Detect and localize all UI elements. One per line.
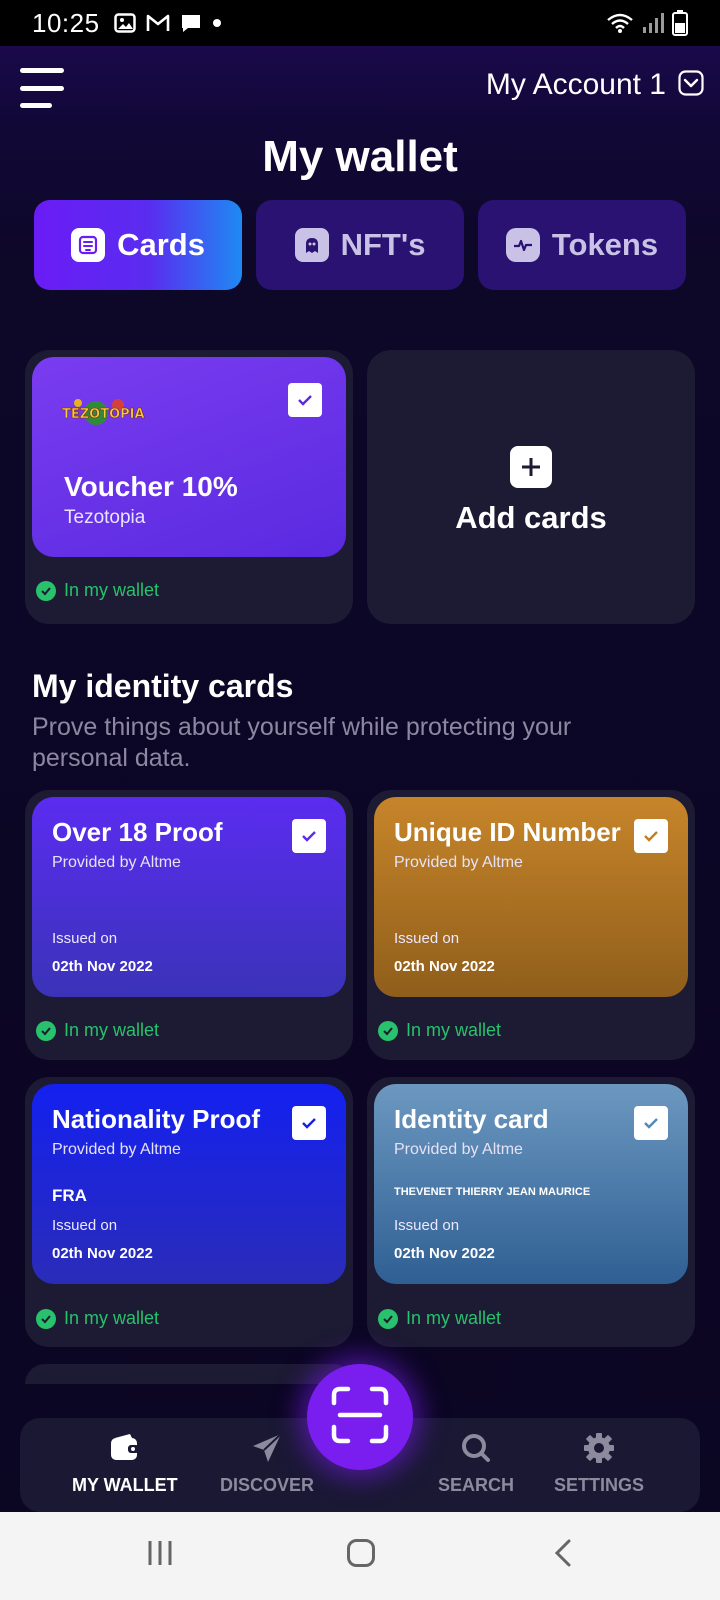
wifi-icon — [606, 12, 634, 34]
voucher-checkbox[interactable] — [288, 383, 322, 417]
card-title: Nationality Proof — [52, 1104, 261, 1134]
tab-nfts[interactable]: NFT's — [256, 200, 464, 290]
gear-icon — [582, 1432, 616, 1469]
scan-icon — [330, 1385, 390, 1450]
card-title: Identity card — [394, 1104, 549, 1134]
pulse-icon — [505, 228, 540, 262]
add-cards-label: Add cards — [455, 500, 607, 535]
card-provider: Provided by Altme — [394, 1141, 523, 1158]
voucher-subtitle: Tezotopia — [64, 507, 146, 528]
account-name: My Account 1 — [485, 68, 666, 101]
notification-dot-icon — [212, 18, 222, 28]
nav-my-wallet[interactable]: MY WALLET — [72, 1432, 178, 1496]
check-circle-icon — [36, 580, 56, 601]
issued-date: 02th Nov 2022 — [394, 958, 495, 975]
wallet-icon — [108, 1432, 142, 1469]
tab-label: NFT's — [340, 227, 426, 262]
tab-label: Cards — [117, 227, 205, 262]
nationality-value: FRA — [52, 1186, 87, 1205]
chat-icon — [180, 12, 202, 34]
issued-label: Issued on — [52, 1217, 118, 1234]
tab-tokens[interactable]: Tokens — [478, 200, 686, 290]
status-bar: 10:25 — [0, 0, 720, 46]
gmail-icon — [146, 13, 170, 33]
issued-label: Issued on — [52, 930, 118, 947]
plus-icon — [510, 446, 552, 488]
card-title: Unique ID Number — [394, 817, 621, 847]
identity-tile-partial — [25, 1364, 353, 1384]
search-icon — [459, 1432, 493, 1469]
chevron-down-icon — [678, 69, 704, 101]
card-status: In my wallet — [378, 1020, 501, 1041]
wallet-tabs: Cards NFT's Tokens — [34, 200, 686, 290]
send-icon — [250, 1432, 284, 1469]
card-checkbox[interactable] — [634, 819, 668, 853]
section-title: My identity cards — [32, 668, 294, 704]
voucher-status: In my wallet — [36, 580, 159, 601]
card-provider: Provided by Altme — [394, 854, 523, 871]
check-circle-icon — [36, 1020, 56, 1041]
issued-date: 02th Nov 2022 — [52, 958, 153, 975]
card-provider: Provided by Altme — [52, 854, 181, 871]
back-icon[interactable] — [552, 1538, 574, 1573]
signal-icon — [642, 12, 664, 34]
nav-settings[interactable]: SETTINGS — [554, 1432, 644, 1496]
card-checkbox[interactable] — [292, 1106, 326, 1140]
issued-date: 02th Nov 2022 — [394, 1245, 495, 1262]
unique-id-card[interactable]: Unique ID Number Provided by Altme Issue… — [374, 797, 688, 997]
app-bar: My Account 1 — [0, 46, 720, 132]
page-title: My wallet — [262, 132, 458, 181]
status-time: 10:25 — [32, 7, 100, 38]
issued-label: Issued on — [394, 930, 460, 947]
account-selector[interactable]: My Account 1 — [486, 68, 704, 102]
menu-icon[interactable] — [20, 68, 64, 108]
system-navigation-bar — [0, 1512, 720, 1600]
card-status: In my wallet — [378, 1308, 501, 1329]
over-18-proof-card[interactable]: Over 18 Proof Provided by Altme Issued o… — [32, 797, 346, 997]
nav-search[interactable]: SEARCH — [438, 1432, 514, 1496]
voucher-title: Voucher 10% — [64, 471, 238, 502]
identity-card[interactable]: Identity card Provided by Altme THEVENET… — [374, 1084, 688, 1284]
nationality-proof-card[interactable]: Nationality Proof Provided by Altme FRA … — [32, 1084, 346, 1284]
card-checkbox[interactable] — [634, 1106, 668, 1140]
tezotopia-logo: TEZOTOPIA — [58, 391, 148, 431]
voucher-card[interactable]: TEZOTOPIA Voucher 10% Tezotopia — [32, 357, 346, 557]
add-cards-button[interactable]: Add cards — [367, 350, 695, 624]
card-checkbox[interactable] — [292, 819, 326, 853]
issued-label: Issued on — [394, 1217, 460, 1234]
card-status: In my wallet — [36, 1020, 159, 1041]
svg-text:TEZOTOPIA: TEZOTOPIA — [62, 407, 145, 422]
recent-apps-icon[interactable] — [146, 1538, 174, 1573]
check-circle-icon — [378, 1020, 398, 1041]
check-circle-icon — [378, 1308, 398, 1329]
card-status: In my wallet — [36, 1308, 159, 1329]
battery-icon — [672, 10, 688, 36]
card-provider: Provided by Altme — [52, 1141, 181, 1158]
nav-discover[interactable]: DISCOVER — [220, 1432, 314, 1496]
check-circle-icon — [36, 1308, 56, 1329]
issued-date: 02th Nov 2022 — [52, 1245, 153, 1262]
holder-name: THEVENET THIERRY JEAN MAURICE — [394, 1186, 591, 1198]
card-title: Over 18 Proof — [52, 817, 223, 847]
tab-cards[interactable]: Cards — [34, 200, 242, 290]
image-icon — [113, 12, 136, 34]
ghost-icon — [294, 228, 329, 262]
tab-label: Tokens — [551, 227, 659, 262]
scan-qr-button[interactable] — [307, 1364, 413, 1470]
home-icon[interactable] — [346, 1538, 376, 1573]
card-icon — [71, 228, 106, 262]
section-description: Prove things about yourself while protec… — [32, 713, 572, 772]
